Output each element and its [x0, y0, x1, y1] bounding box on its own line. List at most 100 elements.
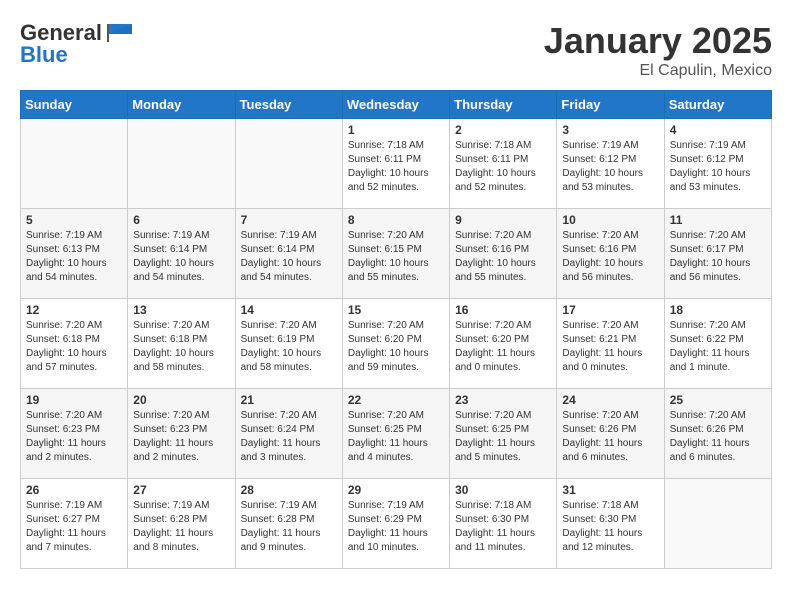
calendar-cell: 7 Sunrise: 7:19 AM Sunset: 6:14 PM Daylig…: [235, 209, 342, 299]
day-number: 18: [670, 303, 766, 317]
day-number: 4: [670, 123, 766, 137]
calendar-subtitle: El Capulin, Mexico: [544, 62, 772, 80]
day-info: Sunrise: 7:18 AM Sunset: 6:11 PM Dayligh…: [348, 139, 444, 195]
day-number: 29: [348, 483, 444, 497]
calendar-cell: 18 Sunrise: 7:20 AM Sunset: 6:22 PM Dayli…: [664, 299, 771, 389]
day-number: 10: [562, 213, 658, 227]
calendar-cell: 13Sunrise: 7:20 AM Sunset: 6:18 PM Dayli…: [128, 299, 235, 389]
calendar-cell: 27 Sunrise: 7:19 AM Sunset: 6:28 PM Dayli…: [128, 479, 235, 569]
day-info: Sunrise: 7:19 AM Sunset: 6:14 PM Dayligh…: [241, 229, 337, 285]
calendar-cell: 2Sunrise: 7:18 AM Sunset: 6:11 PM Daylig…: [450, 119, 557, 209]
day-number: 24: [562, 393, 658, 407]
calendar-cell: [128, 119, 235, 209]
day-info: Sunrise: 7:19 AM Sunset: 6:14 PM Dayligh…: [133, 229, 229, 285]
col-saturday: Saturday: [664, 91, 771, 119]
day-info: Sunrise: 7:20 AM Sunset: 6:16 PM Dayligh…: [562, 229, 658, 285]
calendar-cell: 8Sunrise: 7:20 AM Sunset: 6:15 PM Daylig…: [342, 209, 449, 299]
calendar-cell: 3 Sunrise: 7:19 AM Sunset: 6:12 PM Daylig…: [557, 119, 664, 209]
calendar-cell: 15 Sunrise: 7:20 AM Sunset: 6:20 PM Dayli…: [342, 299, 449, 389]
day-number: 17: [562, 303, 658, 317]
day-number: 27: [133, 483, 229, 497]
day-number: 26: [26, 483, 122, 497]
day-number: 8: [348, 213, 444, 227]
col-monday: Monday: [128, 91, 235, 119]
col-tuesday: Tuesday: [235, 91, 342, 119]
calendar-cell: 19 Sunrise: 7:20 AM Sunset: 6:23 PM Dayli…: [21, 389, 128, 479]
calendar-cell: 11 Sunrise: 7:20 AM Sunset: 6:17 PM Dayli…: [664, 209, 771, 299]
day-number: 3: [562, 123, 658, 137]
day-number: 7: [241, 213, 337, 227]
calendar-week-3: 12 Sunrise: 7:20 AM Sunset: 6:18 PM Dayli…: [21, 299, 772, 389]
calendar-title: January 2025: [544, 20, 772, 62]
day-info: Sunrise: 7:20 AM Sunset: 6:23 PM Dayligh…: [26, 409, 122, 465]
day-number: 20: [133, 393, 229, 407]
day-number: 22: [348, 393, 444, 407]
col-sunday: Sunday: [21, 91, 128, 119]
day-number: 11: [670, 213, 766, 227]
calendar-cell: 4 Sunrise: 7:19 AM Sunset: 6:12 PM Daylig…: [664, 119, 771, 209]
calendar-cell: 16 Sunrise: 7:20 AM Sunset: 6:20 PM Dayli…: [450, 299, 557, 389]
calendar-cell: 14 Sunrise: 7:20 AM Sunset: 6:19 PM Dayli…: [235, 299, 342, 389]
calendar-cell: 10 Sunrise: 7:20 AM Sunset: 6:16 PM Dayli…: [557, 209, 664, 299]
day-info: Sunrise: 7:20 AM Sunset: 6:20 PM Dayligh…: [348, 319, 444, 375]
col-thursday: Thursday: [450, 91, 557, 119]
col-friday: Friday: [557, 91, 664, 119]
day-info: Sunrise: 7:20 AM Sunset: 6:21 PM Dayligh…: [562, 319, 658, 375]
day-info: Sunrise: 7:20 AM Sunset: 6:22 PM Dayligh…: [670, 319, 766, 375]
day-info: Sunrise: 7:20 AM Sunset: 6:17 PM Dayligh…: [670, 229, 766, 285]
day-info: Sunrise: 7:19 AM Sunset: 6:12 PM Dayligh…: [562, 139, 658, 195]
day-number: 16: [455, 303, 551, 317]
calendar-cell: 20 Sunrise: 7:20 AM Sunset: 6:23 PM Dayli…: [128, 389, 235, 479]
day-info: Sunrise: 7:19 AM Sunset: 6:28 PM Dayligh…: [241, 499, 337, 555]
day-number: 12: [26, 303, 122, 317]
day-number: 31: [562, 483, 658, 497]
day-info: Sunrise: 7:20 AM Sunset: 6:26 PM Dayligh…: [562, 409, 658, 465]
day-info: Sunrise: 7:20 AM Sunset: 6:20 PM Dayligh…: [455, 319, 551, 375]
day-number: 14: [241, 303, 337, 317]
day-number: 1: [348, 123, 444, 137]
calendar-cell: 24 Sunrise: 7:20 AM Sunset: 6:26 PM Dayli…: [557, 389, 664, 479]
logo: General Blue: [20, 20, 134, 68]
day-number: 9: [455, 213, 551, 227]
header-row: Sunday Monday Tuesday Wednesday Thursday…: [21, 91, 772, 119]
calendar-cell: [235, 119, 342, 209]
calendar-week-5: 26 Sunrise: 7:19 AM Sunset: 6:27 PM Dayli…: [21, 479, 772, 569]
page-header: General Blue January 2025 El Capulin, Me…: [20, 20, 772, 80]
calendar-cell: 29Sunrise: 7:19 AM Sunset: 6:29 PM Dayli…: [342, 479, 449, 569]
logo-blue-text: Blue: [20, 42, 68, 68]
day-info: Sunrise: 7:19 AM Sunset: 6:12 PM Dayligh…: [670, 139, 766, 195]
calendar-cell: 12 Sunrise: 7:20 AM Sunset: 6:18 PM Dayli…: [21, 299, 128, 389]
day-info: Sunrise: 7:19 AM Sunset: 6:13 PM Dayligh…: [26, 229, 122, 285]
day-info: Sunrise: 7:20 AM Sunset: 6:24 PM Dayligh…: [241, 409, 337, 465]
calendar-cell: 23Sunrise: 7:20 AM Sunset: 6:25 PM Dayli…: [450, 389, 557, 479]
day-info: Sunrise: 7:20 AM Sunset: 6:25 PM Dayligh…: [348, 409, 444, 465]
day-number: 30: [455, 483, 551, 497]
day-number: 19: [26, 393, 122, 407]
calendar-cell: 21Sunrise: 7:20 AM Sunset: 6:24 PM Dayli…: [235, 389, 342, 479]
col-wednesday: Wednesday: [342, 91, 449, 119]
calendar-cell: 1 Sunrise: 7:18 AM Sunset: 6:11 PM Daylig…: [342, 119, 449, 209]
calendar-cell: 9 Sunrise: 7:20 AM Sunset: 6:16 PM Daylig…: [450, 209, 557, 299]
logo-flag-icon: [104, 22, 134, 42]
day-number: 23: [455, 393, 551, 407]
calendar-cell: 6Sunrise: 7:19 AM Sunset: 6:14 PM Daylig…: [128, 209, 235, 299]
day-number: 25: [670, 393, 766, 407]
day-number: 28: [241, 483, 337, 497]
day-info: Sunrise: 7:20 AM Sunset: 6:18 PM Dayligh…: [133, 319, 229, 375]
day-number: 15: [348, 303, 444, 317]
day-info: Sunrise: 7:20 AM Sunset: 6:16 PM Dayligh…: [455, 229, 551, 285]
calendar-cell: 31 Sunrise: 7:18 AM Sunset: 6:30 PM Dayli…: [557, 479, 664, 569]
day-info: Sunrise: 7:19 AM Sunset: 6:28 PM Dayligh…: [133, 499, 229, 555]
calendar-cell: 17 Sunrise: 7:20 AM Sunset: 6:21 PM Dayli…: [557, 299, 664, 389]
calendar-week-4: 19 Sunrise: 7:20 AM Sunset: 6:23 PM Dayli…: [21, 389, 772, 479]
calendar-cell: 22 Sunrise: 7:20 AM Sunset: 6:25 PM Dayli…: [342, 389, 449, 479]
day-info: Sunrise: 7:19 AM Sunset: 6:27 PM Dayligh…: [26, 499, 122, 555]
day-info: Sunrise: 7:20 AM Sunset: 6:18 PM Dayligh…: [26, 319, 122, 375]
day-info: Sunrise: 7:20 AM Sunset: 6:19 PM Dayligh…: [241, 319, 337, 375]
day-info: Sunrise: 7:20 AM Sunset: 6:26 PM Dayligh…: [670, 409, 766, 465]
day-info: Sunrise: 7:18 AM Sunset: 6:11 PM Dayligh…: [455, 139, 551, 195]
calendar-cell: 30 Sunrise: 7:18 AM Sunset: 6:30 PM Dayli…: [450, 479, 557, 569]
day-info: Sunrise: 7:18 AM Sunset: 6:30 PM Dayligh…: [455, 499, 551, 555]
day-info: Sunrise: 7:20 AM Sunset: 6:23 PM Dayligh…: [133, 409, 229, 465]
day-info: Sunrise: 7:18 AM Sunset: 6:30 PM Dayligh…: [562, 499, 658, 555]
